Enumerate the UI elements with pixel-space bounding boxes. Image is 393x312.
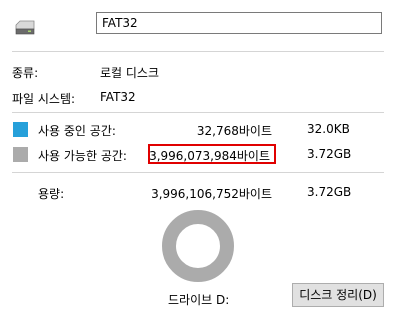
free-space-ring xyxy=(162,210,234,282)
drive-label: 드라이브 D: xyxy=(168,293,230,307)
free-space-size: 3.72GB xyxy=(307,147,352,161)
disk-usage-donut xyxy=(162,210,234,282)
capacity-size: 3.72GB xyxy=(307,185,352,199)
free-space-swatch xyxy=(13,147,28,162)
filesystem-value: FAT32 xyxy=(100,90,136,104)
separator xyxy=(12,172,384,173)
free-space-bytes: 3,996,073,984바이트 xyxy=(149,149,270,163)
used-space-size: 32.0KB xyxy=(307,122,350,136)
used-space-bytes: 32,768바이트 xyxy=(196,124,272,138)
used-space-swatch xyxy=(13,122,28,137)
type-label: 종류: xyxy=(12,66,39,80)
capacity-label: 용량: xyxy=(38,187,65,201)
drive-icon xyxy=(15,20,35,35)
capacity-bytes: 3,996,106,752바이트 xyxy=(151,187,272,201)
used-space-label: 사용 중인 공간: xyxy=(38,124,116,138)
separator xyxy=(12,51,384,52)
free-space-label: 사용 가능한 공간: xyxy=(38,149,127,163)
drive-name-input[interactable] xyxy=(96,12,382,34)
type-value: 로컬 디스크 xyxy=(100,66,160,80)
disk-cleanup-button[interactable]: 디스크 정리(D) xyxy=(292,283,384,307)
filesystem-label: 파일 시스템: xyxy=(12,92,76,106)
separator xyxy=(12,112,384,113)
